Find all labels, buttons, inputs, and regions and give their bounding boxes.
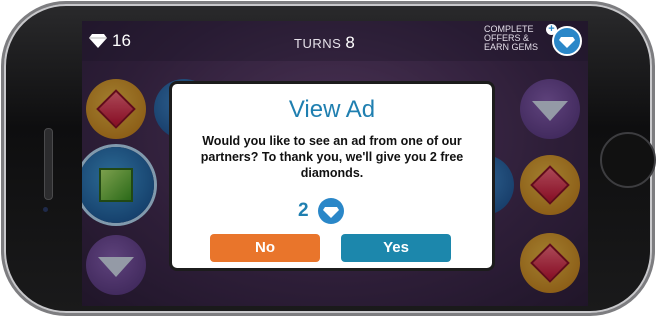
phone-frame: 16 TURNS 8 COMPLETE OFFERS & EARN GEMS +… [4,4,656,313]
view-ad-dialog: View Ad Would you like to see an ad from… [169,81,495,271]
diamond-icon [89,34,107,48]
dialog-title: View Ad [288,96,376,123]
gem-count: 16 [112,31,131,50]
offers-line: EARN GEMS [484,42,539,52]
dialog-message: Would you like to see an ad from one of … [200,134,464,180]
plus-icon[interactable]: + [546,24,557,35]
turns-value: 8 [345,33,356,52]
diamond-icon [318,198,344,224]
turns-label: TURNS [294,36,342,51]
home-button[interactable] [600,132,656,188]
reward-number: 2 [298,200,309,221]
game-screen: 16 TURNS 8 COMPLETE OFFERS & EARN GEMS +… [82,21,588,306]
yes-button[interactable]: Yes [341,234,451,262]
speaker-grille [44,128,53,200]
top-hud: 16 TURNS 8 COMPLETE OFFERS & EARN GEMS + [82,21,588,61]
front-camera [43,207,48,212]
offers-label[interactable]: COMPLETE OFFERS & EARN GEMS [484,25,554,52]
no-button[interactable]: No [210,234,320,262]
turns-indicator: TURNS 8 [294,33,355,53]
